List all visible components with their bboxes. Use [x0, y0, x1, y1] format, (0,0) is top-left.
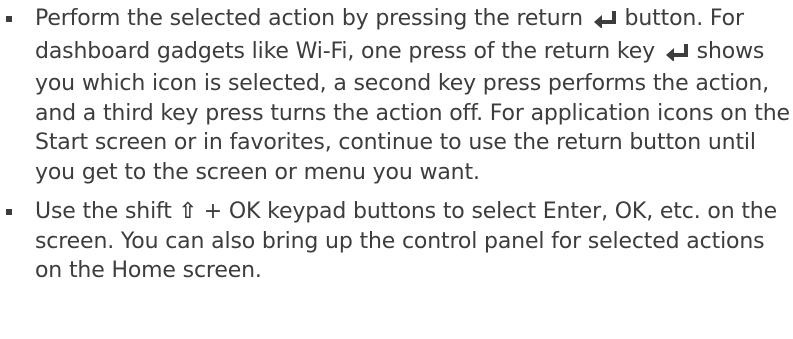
return-key-icon — [593, 7, 618, 37]
bullet-marker — [6, 209, 12, 215]
list-item: Perform the selected action by pressing … — [0, 4, 793, 187]
document-page: Perform the selected action by pressing … — [0, 4, 793, 339]
bullet-text: Use the shift — [35, 199, 179, 224]
list-item: Use the shift ⇧ + OK keypad buttons to s… — [0, 197, 793, 286]
bullet-list: Perform the selected action by pressing … — [0, 4, 793, 286]
bullet-marker — [6, 16, 12, 22]
bullet-text: Perform the selected action by pressing … — [35, 6, 590, 31]
return-key-icon — [665, 40, 690, 70]
shift-key-icon: ⇧ — [178, 199, 197, 224]
